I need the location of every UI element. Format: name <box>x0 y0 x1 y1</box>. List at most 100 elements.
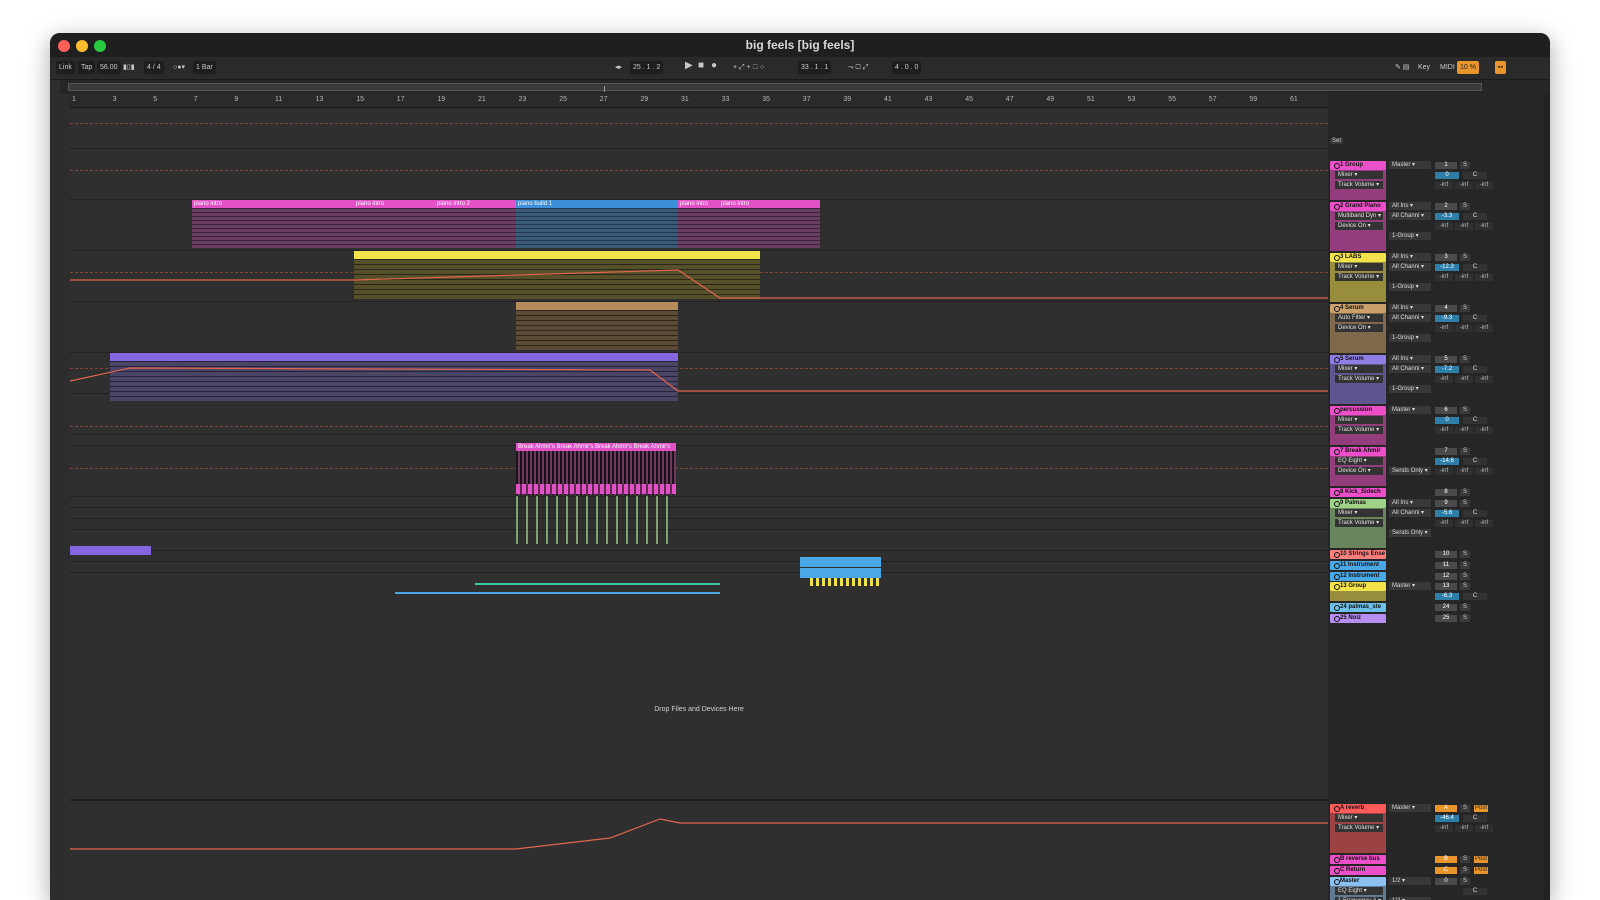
post-pre-toggle[interactable]: Post <box>1474 805 1488 812</box>
link-button[interactable]: Link <box>56 61 75 74</box>
pan-knob[interactable]: C <box>1463 888 1487 895</box>
return-strip[interactable]: MasterEQ Eight ▾1 Frequency A ▾1/2 ▾1/2 … <box>1328 876 1550 900</box>
quantize-select[interactable]: 1 Bar <box>193 61 216 74</box>
track-strip[interactable]: 24 palmas_ste 24 S <box>1328 602 1550 612</box>
output-chooser[interactable]: Sends Only ▾ <box>1389 467 1431 475</box>
device-chooser[interactable]: EQ Eight ▾ <box>1335 457 1383 465</box>
metronome-icon[interactable]: ○●▾ <box>170 61 188 74</box>
solo-button[interactable]: S <box>1460 356 1470 363</box>
parameter-chooser[interactable]: Track Volume ▾ <box>1335 273 1383 281</box>
tap-button[interactable]: Tap <box>78 61 96 74</box>
stop-icon[interactable]: ■ <box>695 59 707 72</box>
track-strip[interactable]: 25 Noiz 25 S <box>1328 613 1550 623</box>
track-activator-icon[interactable] <box>1334 204 1340 210</box>
device-chooser[interactable]: Mixer ▾ <box>1335 509 1383 517</box>
solo-button[interactable]: S <box>1460 489 1470 496</box>
track-activator-number[interactable]: 2 <box>1435 203 1457 210</box>
track-volume-field[interactable]: -5.6 <box>1435 510 1459 517</box>
device-chooser[interactable]: Multiband Dyn ▾ <box>1335 212 1383 220</box>
pan-knob[interactable]: C <box>1463 510 1487 517</box>
track-name[interactable]: 24 palmas_ste <box>1330 603 1386 612</box>
track-volume-field[interactable]: -14.6 <box>1435 458 1459 465</box>
track-name[interactable]: Master <box>1330 877 1386 886</box>
track-strip[interactable]: 5 Serum Mixer ▾ Track Volume ▾ All Ins ▾ All… <box>1328 354 1550 404</box>
track-activator-icon[interactable] <box>1334 806 1340 812</box>
input-type-chooser[interactable]: Master ▾ <box>1389 582 1431 590</box>
device-chooser[interactable]: Mixer ▾ <box>1335 365 1383 373</box>
track-name[interactable]: 10 Strings Ense <box>1330 550 1386 559</box>
output-chooser[interactable]: 1-Group ▾ <box>1389 283 1431 291</box>
return-strip[interactable]: A reverb Mixer ▾ Track Volume ▾ Master ▾ A S P… <box>1328 803 1550 853</box>
track-volume-field[interactable]: 0 <box>1435 172 1459 179</box>
track-activator-icon[interactable] <box>1334 255 1340 261</box>
track-name[interactable]: 1 Group <box>1330 161 1386 170</box>
solo-button[interactable]: S <box>1460 551 1470 558</box>
parameter-chooser[interactable]: Track Volume ▾ <box>1335 181 1383 189</box>
parameter-chooser[interactable]: Track Volume ▾ <box>1335 426 1383 434</box>
input-channel-chooser[interactable]: All Channi ▾ <box>1389 365 1431 373</box>
track-name[interactable]: 4 Serum <box>1330 304 1386 313</box>
track-volume-field[interactable]: 0 <box>1435 417 1459 424</box>
solo-button[interactable]: S <box>1460 448 1470 455</box>
set-button[interactable]: Set <box>1330 138 1344 144</box>
pan-knob[interactable]: C <box>1463 172 1487 179</box>
track-activator-icon[interactable] <box>1334 584 1340 590</box>
return-strip[interactable]: C Return C S Post <box>1328 865 1550 875</box>
track-volume-field[interactable]: -7.2 <box>1435 366 1459 373</box>
device-chooser[interactable]: Mixer ▾ <box>1335 171 1383 179</box>
track-name[interactable]: 7 Break Ahmir <box>1330 447 1386 456</box>
track-strip[interactable]: 12 Instrument 12 S <box>1328 571 1550 581</box>
parameter-chooser[interactable]: Track Volume ▾ <box>1335 824 1383 832</box>
beat-time-ruler[interactable]: 1 3 5 7 9 11 13 15 17 19 21 23 25 27 29 31 33 35 37 39 41 43 4… <box>70 94 1328 108</box>
track-activator-number[interactable]: 11 <box>1435 562 1457 569</box>
loop-switch-icon[interactable]: ⤳ ▢ ⤢ <box>845 61 871 74</box>
solo-button[interactable]: S <box>1460 867 1470 874</box>
record-icon[interactable]: ● <box>708 59 720 72</box>
track-activator-icon[interactable] <box>1334 306 1340 312</box>
output-chooser[interactable]: 1-Group ▾ <box>1389 232 1431 240</box>
track-name[interactable]: 5 Serum <box>1330 355 1386 364</box>
input-type-chooser[interactable]: All Ins ▾ <box>1389 355 1431 363</box>
arrangement-view[interactable]: piano intro piano intro piano intro 2 pi… <box>70 108 1328 900</box>
time-signature-field[interactable]: 4 / 4 <box>144 61 164 74</box>
track-strip[interactable]: 1 Group Mixer ▾ Track Volume ▾ Master ▾ 1 S 0 C… <box>1328 160 1550 200</box>
device-chooser[interactable]: Mixer ▾ <box>1335 263 1383 271</box>
solo-button[interactable]: S <box>1460 500 1470 507</box>
input-type-chooser[interactable]: Master ▾ <box>1389 161 1431 169</box>
track-strip[interactable]: 3 LABS Mixer ▾ Track Volume ▾ All Ins ▾ All … <box>1328 252 1550 302</box>
solo-button[interactable]: S <box>1460 583 1470 590</box>
track-activator-icon[interactable] <box>1334 879 1340 885</box>
pan-knob[interactable]: C <box>1463 264 1487 271</box>
track-activator-number[interactable]: 6 <box>1435 407 1457 414</box>
output-chooser[interactable]: Sends Only ▾ <box>1389 529 1431 537</box>
post-pre-toggle[interactable]: Post <box>1474 856 1488 863</box>
track-activator-icon[interactable] <box>1334 501 1340 507</box>
track-activator-number[interactable]: 8 <box>1435 489 1457 496</box>
track-name[interactable]: 11 Instrument <box>1330 561 1386 570</box>
track-activator-icon[interactable] <box>1334 449 1340 455</box>
track-activator-icon[interactable] <box>1334 563 1340 569</box>
loop-length-field[interactable]: 4 . 0 . 0 <box>892 61 922 74</box>
track-name[interactable]: C Return <box>1330 866 1386 875</box>
key-map-button[interactable]: Key <box>1415 61 1433 74</box>
track-volume-field[interactable]: -12.3 <box>1435 264 1459 271</box>
track-activator-number[interactable]: 4 <box>1435 305 1457 312</box>
solo-button[interactable]: S <box>1460 878 1470 885</box>
device-chooser[interactable]: Mixer ▾ <box>1335 814 1383 822</box>
track-activator-icon[interactable] <box>1334 574 1340 580</box>
track-activator-number[interactable]: 5 <box>1435 356 1457 363</box>
track-strip[interactable]: 8 Kick_Sidech 8 S <box>1328 487 1550 497</box>
song-position-field[interactable]: 25 . 1 . 2 <box>630 61 664 74</box>
vertical-scrollbar[interactable] <box>1544 94 1550 900</box>
overview-selection[interactable] <box>604 86 605 92</box>
solo-button[interactable]: S <box>1460 615 1470 622</box>
device-chooser[interactable]: Auto Filter ▾ <box>1335 314 1383 322</box>
play-icon[interactable]: ▶ <box>682 59 696 72</box>
solo-button[interactable]: S <box>1460 203 1470 210</box>
track-name[interactable]: 8 Kick_Sidech <box>1330 488 1386 497</box>
pan-knob[interactable]: C <box>1463 417 1487 424</box>
pan-knob[interactable]: C <box>1463 366 1487 373</box>
parameter-chooser[interactable]: Device On ▾ <box>1335 222 1383 230</box>
track-name[interactable]: A reverb <box>1330 804 1386 813</box>
parameter-chooser[interactable]: Device On ▾ <box>1335 467 1383 475</box>
